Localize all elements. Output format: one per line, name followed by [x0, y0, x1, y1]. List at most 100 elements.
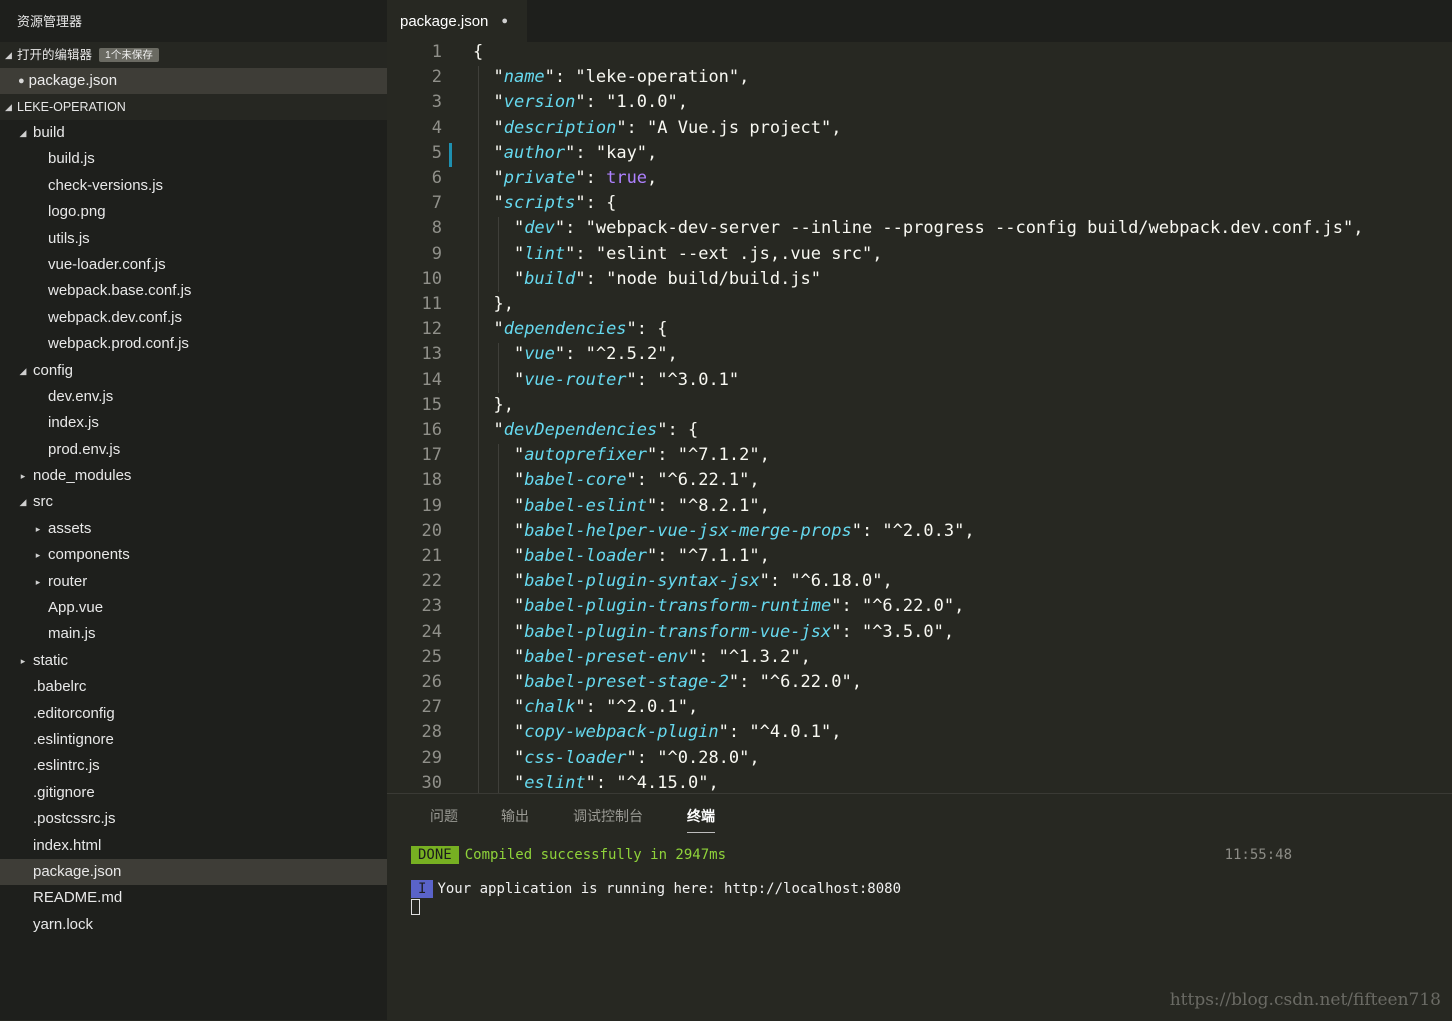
code-line: 13 "vue": "^2.5.2", — [387, 342, 1452, 367]
terminal-cursor[interactable] — [411, 899, 420, 915]
dirty-dot-icon[interactable]: ● — [18, 68, 25, 94]
line-code: "copy-webpack-plugin": "^4.0.1", — [473, 720, 842, 745]
tree-file-item[interactable]: build.js — [0, 146, 387, 172]
tree-folder-item[interactable]: ▸ node_modules — [0, 463, 387, 489]
file-tree: ◢ build build.js check-versions.js logo.png u… — [0, 120, 387, 938]
tree-file-item[interactable]: .babelrc — [0, 674, 387, 700]
json-punctuation: , — [882, 571, 893, 592]
json-punctuation: " — [473, 117, 504, 138]
json-punctuation: ": — [647, 546, 678, 566]
tree-file-item[interactable]: yarn.lock — [0, 912, 387, 938]
json-string: "^3.5.0" — [861, 621, 944, 642]
json-punctuation: " — [473, 268, 525, 289]
tree-folder-item[interactable]: ▸ assets — [0, 516, 387, 542]
tree-folder-item[interactable]: ▸ static — [0, 648, 387, 674]
tree-file-item[interactable]: index.html — [0, 833, 387, 859]
json-punctuation: " — [473, 142, 504, 163]
tree-item-label: utils.js — [48, 229, 90, 247]
line-code: "babel-eslint": "^8.2.1", — [473, 494, 770, 519]
line-number: 24 — [421, 621, 442, 642]
tree-file-item[interactable]: index.js — [0, 410, 387, 436]
open-editors-header[interactable]: ◢ 打开的编辑器 1个未保存 — [0, 42, 387, 68]
line-code: "version": "1.0.0", — [473, 90, 688, 115]
line-code: { — [473, 42, 483, 65]
tree-item-label: .eslintrc.js — [33, 757, 100, 775]
tree-file-item[interactable]: README.md — [0, 885, 387, 911]
json-punctuation: ": — [585, 772, 617, 793]
tree-file-item[interactable]: vue-loader.conf.js — [0, 252, 387, 278]
tree-file-item[interactable]: App.vue — [0, 595, 387, 621]
json-string: "^4.15.0" — [616, 772, 709, 793]
tab-debug-console[interactable]: 调试控制台 — [573, 806, 643, 832]
tree-folder-item[interactable]: ◢ config — [0, 358, 387, 384]
code-line: 7 "scripts": { — [387, 191, 1452, 216]
json-punctuation: ": — [831, 621, 862, 642]
json-punctuation: , — [667, 344, 678, 365]
json-key: dev — [524, 218, 555, 239]
tree-item-label: webpack.prod.conf.js — [48, 335, 189, 353]
tree-file-item[interactable]: .editorconfig — [0, 701, 387, 727]
line-number: 11 — [421, 294, 442, 314]
line-code: "eslint": "^4.15.0", — [473, 771, 719, 793]
tab-terminal[interactable]: 终端 — [687, 806, 715, 833]
code-line: 14 "vue-router": "^3.0.1" — [387, 368, 1452, 393]
project-header[interactable]: ◢ LEKE-OPERATION — [0, 94, 387, 120]
json-punctuation: " — [473, 445, 525, 466]
json-key: babel-core — [524, 470, 627, 491]
line-number: 14 — [421, 369, 442, 390]
tree-file-item[interactable]: utils.js — [0, 226, 387, 252]
tree-file-item[interactable]: .eslintignore — [0, 727, 387, 753]
json-punctuation: " — [473, 722, 525, 743]
json-punctuation: " — [473, 218, 525, 239]
open-editor-item[interactable]: ● package.json — [0, 68, 387, 94]
tree-file-item[interactable]: main.js — [0, 621, 387, 647]
line-code: "build": "node build/build.js" — [473, 267, 821, 292]
code-line: 28 "copy-webpack-plugin": "^4.0.1", — [387, 720, 1452, 745]
json-punctuation: " — [473, 772, 525, 793]
code-line: 23 "babel-plugin-transform-runtime": "^6… — [387, 594, 1452, 619]
json-string: "^4.0.1" — [749, 722, 832, 743]
tree-file-item[interactable]: webpack.dev.conf.js — [0, 305, 387, 331]
code-line: 29 "css-loader": "^0.28.0", — [387, 746, 1452, 771]
dirty-dot-icon[interactable]: ● — [501, 15, 508, 27]
json-string: "^2.5.2" — [585, 344, 668, 365]
tree-file-item[interactable]: check-versions.js — [0, 173, 387, 199]
tree-item-label: dev.env.js — [48, 387, 114, 405]
line-number: 6 — [431, 168, 442, 188]
line-code: }, — [473, 292, 513, 317]
json-key: copy-webpack-plugin — [524, 722, 719, 743]
tab-problems[interactable]: 问题 — [430, 806, 458, 832]
json-punctuation: " — [473, 92, 504, 113]
tree-file-item[interactable]: package.json — [0, 858, 387, 886]
json-string: "^0.28.0" — [657, 747, 750, 768]
tree-file-item[interactable]: prod.env.js — [0, 437, 387, 463]
json-punctuation: ": — [575, 697, 607, 718]
tree-folder-item[interactable]: ◢ src — [0, 489, 387, 515]
tree-file-item[interactable]: webpack.base.conf.js — [0, 278, 387, 304]
code-line: 5 "author": "kay", — [387, 141, 1452, 166]
tree-file-item[interactable]: .gitignore — [0, 780, 387, 806]
tree-item-label: .eslintignore — [33, 730, 114, 748]
line-code: "lint": "eslint --ext .js,.vue src", — [473, 242, 883, 267]
tree-file-item[interactable]: logo.png — [0, 199, 387, 225]
terminal-line-info: I Your application is running here: http:… — [411, 880, 901, 898]
tab-package-json[interactable]: package.json ● — [387, 0, 527, 42]
tree-folder-item[interactable]: ◢ build — [0, 120, 387, 146]
json-punctuation: ": — [554, 344, 586, 365]
tree-file-item[interactable]: webpack.prod.conf.js — [0, 331, 387, 357]
tree-file-item[interactable]: dev.env.js — [0, 384, 387, 410]
line-code: "babel-preset-stage-2": "^6.22.0", — [473, 670, 862, 695]
json-punctuation: " — [473, 168, 504, 188]
tree-file-item[interactable]: .eslintrc.js — [0, 753, 387, 779]
tree-item-label: .gitignore — [33, 783, 95, 801]
json-punctuation: ": — [718, 722, 750, 743]
line-code: "author": "kay", — [473, 141, 657, 166]
tree-folder-item[interactable]: ▸ components — [0, 542, 387, 568]
tree-file-item[interactable]: .postcssrc.js — [0, 806, 387, 832]
code-editor[interactable]: 1{2 "name": "leke-operation", 3 "version"… — [387, 42, 1452, 793]
tree-folder-item[interactable]: ▸ router — [0, 569, 387, 595]
info-badge: I — [411, 880, 434, 898]
json-string: "^6.22.1" — [657, 470, 750, 491]
json-key: devDependencies — [503, 420, 658, 440]
tab-output[interactable]: 输出 — [501, 806, 529, 832]
